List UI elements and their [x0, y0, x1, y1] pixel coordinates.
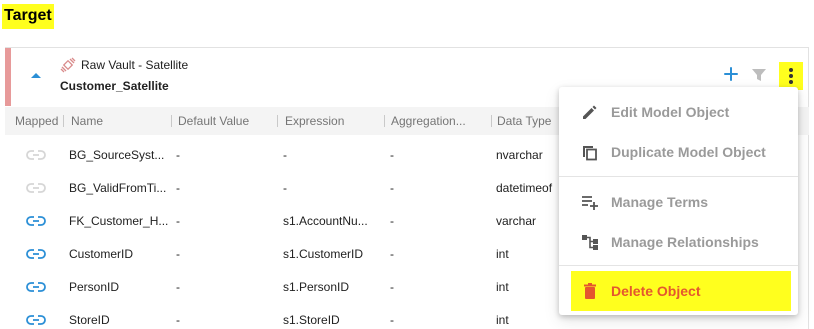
cell-aggregation: - — [390, 148, 394, 162]
cell-data-type: int — [496, 247, 509, 261]
column-header-name[interactable]: Name — [71, 114, 171, 128]
pencil-icon — [583, 105, 597, 119]
entity-type-label: Raw Vault - Satellite — [81, 58, 189, 72]
column-divider — [63, 115, 64, 127]
cell-name: BG_SourceSyst... — [69, 148, 165, 162]
menu-divider — [559, 176, 798, 177]
cell-default-value: - — [176, 148, 180, 162]
cell-data-type: int — [496, 313, 509, 327]
entity-name: Customer_Satellite — [60, 79, 169, 93]
menu-item-delete-object[interactable]: Delete Object — [571, 271, 791, 311]
menu-item-label: Duplicate Model Object — [611, 144, 766, 160]
link-icon[interactable] — [26, 215, 46, 227]
cell-default-value: - — [176, 247, 180, 261]
satellite-accent-bar — [5, 48, 11, 106]
menu-item-label: Manage Terms — [611, 194, 708, 210]
cell-aggregation: - — [390, 214, 394, 228]
cell-aggregation: - — [390, 247, 394, 261]
cell-expression: s1.StoreID — [283, 313, 340, 327]
context-menu: Edit Model Object Duplicate Model Object… — [559, 87, 798, 315]
duplicate-icon — [583, 146, 597, 161]
collapse-chevron-icon[interactable] — [29, 70, 43, 80]
more-options-button[interactable] — [779, 62, 803, 90]
satellite-icon — [60, 57, 76, 73]
menu-item-duplicate-model-object[interactable]: Duplicate Model Object — [559, 132, 798, 172]
column-header-aggregation[interactable]: Aggregation... — [391, 114, 473, 128]
cell-default-value: - — [176, 280, 180, 294]
manage-terms-icon — [582, 196, 598, 210]
cell-expression: - — [283, 181, 287, 195]
menu-item-label: Edit Model Object — [611, 104, 730, 120]
cell-default-value: - — [176, 181, 180, 195]
trash-icon — [584, 283, 596, 299]
cell-expression: - — [283, 148, 287, 162]
menu-item-edit-model-object[interactable]: Edit Model Object — [559, 92, 798, 132]
column-divider — [491, 115, 492, 127]
menu-item-manage-relationships[interactable]: Manage Relationships — [559, 222, 798, 262]
column-header-data-type[interactable]: Data Type — [497, 114, 567, 128]
menu-item-label: Delete Object — [611, 283, 701, 299]
cell-data-type: nvarchar — [496, 148, 543, 162]
link-off-icon[interactable] — [26, 182, 46, 194]
more-vert-icon — [789, 68, 793, 84]
column-divider — [384, 115, 385, 127]
cell-aggregation: - — [390, 280, 394, 294]
cell-name: FK_Customer_H... — [69, 214, 169, 228]
cell-data-type: datetimeof — [496, 181, 553, 195]
menu-item-label: Manage Relationships — [611, 234, 759, 250]
link-icon[interactable] — [26, 248, 46, 260]
relationships-icon — [582, 235, 598, 250]
add-icon[interactable] — [723, 66, 739, 82]
column-header-default-value[interactable]: Default Value — [178, 114, 278, 128]
cell-default-value: - — [176, 214, 180, 228]
link-off-icon[interactable] — [26, 149, 46, 161]
cell-name: CustomerID — [69, 247, 134, 261]
column-divider — [171, 115, 172, 127]
menu-item-manage-terms[interactable]: Manage Terms — [559, 182, 798, 222]
cell-default-value: - — [176, 313, 180, 327]
filter-icon[interactable] — [751, 67, 767, 83]
cell-expression: s1.PersonID — [283, 280, 350, 294]
cell-name: BG_ValidFromTi... — [69, 181, 167, 195]
link-icon[interactable] — [26, 281, 46, 293]
cell-name: PersonID — [69, 280, 120, 294]
cell-data-type: int — [496, 280, 509, 294]
link-icon[interactable] — [26, 314, 46, 326]
column-header-mapped[interactable]: Mapped — [15, 114, 63, 128]
target-label: Target — [2, 4, 54, 29]
cell-expression: s1.CustomerID — [283, 247, 364, 261]
menu-divider — [559, 265, 798, 266]
cell-name: StoreID — [69, 313, 110, 327]
column-header-expression[interactable]: Expression — [285, 114, 383, 128]
cell-data-type: varchar — [496, 214, 537, 228]
cell-aggregation: - — [390, 181, 394, 195]
cell-aggregation: - — [390, 313, 394, 327]
cell-expression: s1.AccountNu... — [283, 214, 368, 228]
column-divider — [277, 115, 278, 127]
